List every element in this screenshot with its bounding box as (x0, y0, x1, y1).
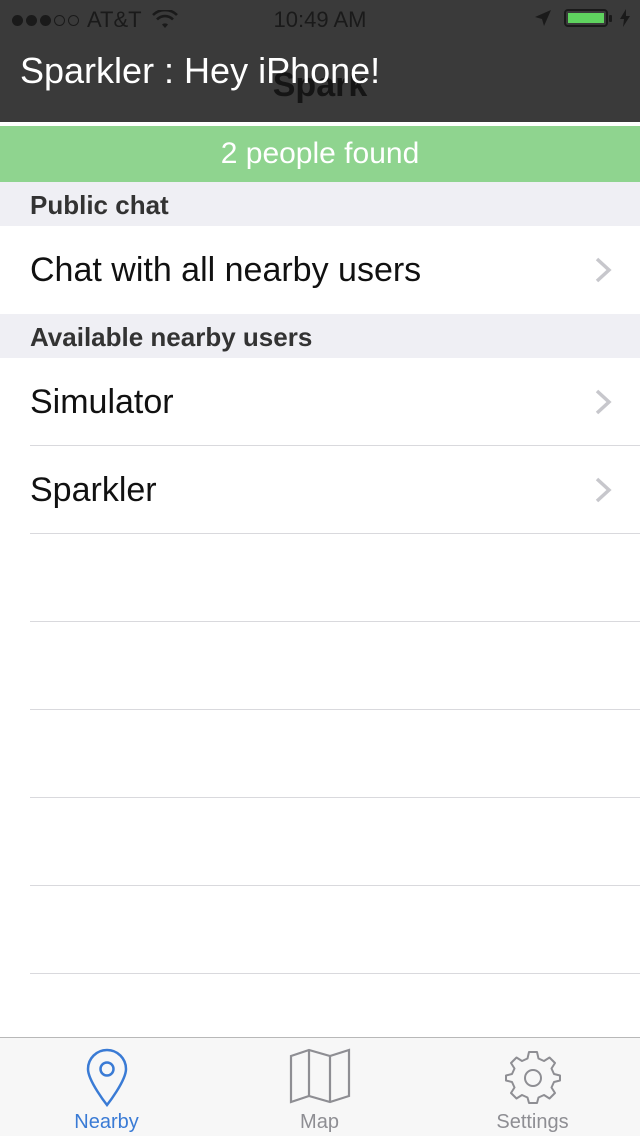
gear-icon (504, 1051, 561, 1104)
chevron-right-icon (595, 257, 612, 283)
battery-icon (564, 9, 612, 27)
row-label: Simulator (30, 383, 174, 421)
map-icon (289, 1048, 350, 1104)
chevron-right-icon (595, 477, 612, 503)
status-bar: AT&T 10:49 AM (0, 0, 640, 40)
section-header-nearby-users: Available nearby users (0, 314, 640, 358)
empty-row-separator (30, 621, 640, 622)
tab-label: Map (300, 1111, 339, 1133)
tab-label: Nearby (74, 1111, 139, 1133)
empty-row-separator (30, 885, 640, 886)
empty-row-separator (30, 973, 640, 974)
section-header-label: Available nearby users (30, 322, 313, 352)
row-user-simulator[interactable]: Simulator (0, 358, 640, 446)
status-right (534, 9, 630, 27)
row-separator (30, 533, 640, 534)
tab-label: Settings (496, 1111, 569, 1133)
tab-nearby[interactable]: Nearby (0, 1038, 213, 1136)
location-pin-icon (86, 1048, 127, 1108)
section-header-label: Public chat (30, 190, 169, 220)
row-label: Chat with all nearby users (30, 251, 422, 289)
empty-row-separator (30, 709, 640, 710)
banner-message[interactable]: Sparkler : Hey iPhone! (20, 50, 380, 92)
empty-row-separator (30, 797, 640, 798)
chevron-right-icon (595, 389, 612, 415)
location-arrow-icon (535, 10, 551, 26)
charging-bolt-icon (620, 9, 630, 27)
tab-map[interactable]: Map (213, 1038, 426, 1136)
row-label: Sparkler (30, 471, 157, 509)
row-chat-all-nearby[interactable]: Chat with all nearby users (0, 226, 640, 314)
tab-settings[interactable]: Settings (426, 1038, 639, 1136)
people-found-bar: 2 people found (0, 126, 640, 182)
section-header-public-chat: Public chat (0, 182, 640, 226)
tab-bar: Nearby Map Settings (0, 1037, 640, 1136)
row-user-sparkler[interactable]: Sparkler (0, 446, 640, 534)
